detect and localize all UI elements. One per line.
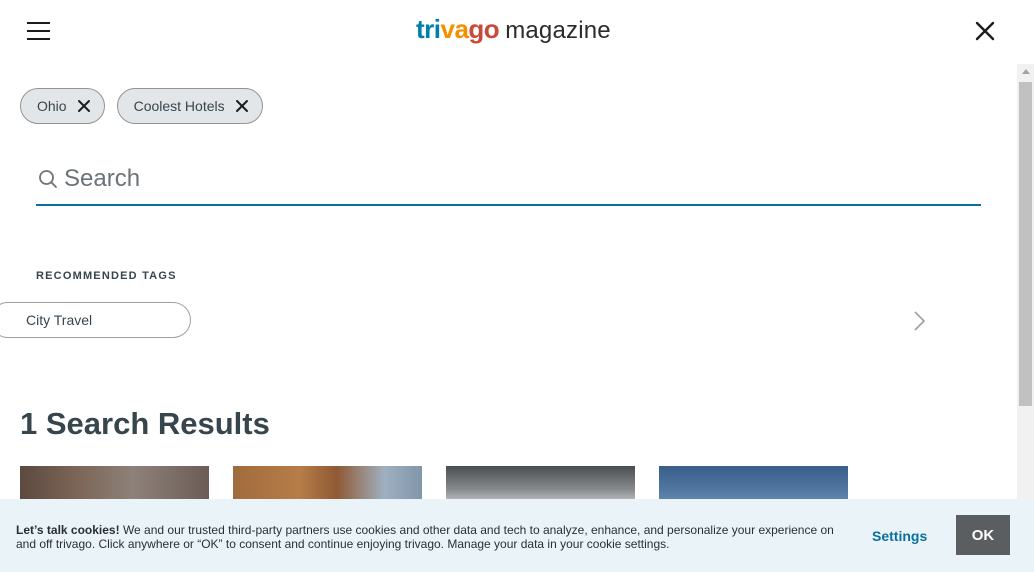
cookie-banner-text: Let’s talk cookies! We and our trusted t…	[16, 523, 836, 551]
recommended-tags-heading: RECOMMENDED TAGS	[36, 270, 177, 282]
filter-chip-coolest-hotels[interactable]: Coolest Hotels	[116, 88, 263, 124]
close-icon[interactable]	[974, 20, 996, 42]
scrollbar-thumb[interactable]	[1019, 82, 1032, 406]
search-input[interactable]	[64, 162, 964, 196]
filter-chip-label: Ohio	[37, 98, 67, 114]
results-heading: 1 Search Results	[20, 406, 270, 441]
remove-chip-icon[interactable]	[235, 99, 249, 113]
trivago-magazine-logo[interactable]: trivago magazine	[416, 14, 611, 48]
filter-chip-ohio[interactable]: Ohio	[20, 88, 105, 124]
cookie-settings-link[interactable]: Settings	[872, 528, 927, 544]
chevron-right-icon[interactable]	[910, 310, 928, 332]
site-header: trivago magazine	[0, 0, 1034, 64]
cookie-heading: Let’s talk cookies!	[16, 523, 120, 537]
search-icon	[38, 169, 58, 189]
active-filter-chips: Ohio Coolest Hotels	[20, 88, 263, 124]
logo-wordmark: trivago	[416, 14, 500, 44]
search-field	[36, 156, 981, 206]
remove-chip-icon[interactable]	[77, 99, 91, 113]
recommended-tag-city-travel[interactable]: City Travel	[0, 302, 191, 338]
cookie-ok-button[interactable]: OK	[956, 515, 1010, 555]
logo-magazine-text: magazine	[505, 17, 611, 44]
vertical-scrollbar[interactable]	[1017, 64, 1034, 500]
cookie-body: We and our trusted third-party partners …	[16, 523, 834, 551]
hamburger-menu-icon[interactable]	[27, 22, 51, 42]
scroll-up-arrow-icon[interactable]	[1022, 69, 1030, 74]
filter-chip-label: Coolest Hotels	[133, 98, 225, 114]
